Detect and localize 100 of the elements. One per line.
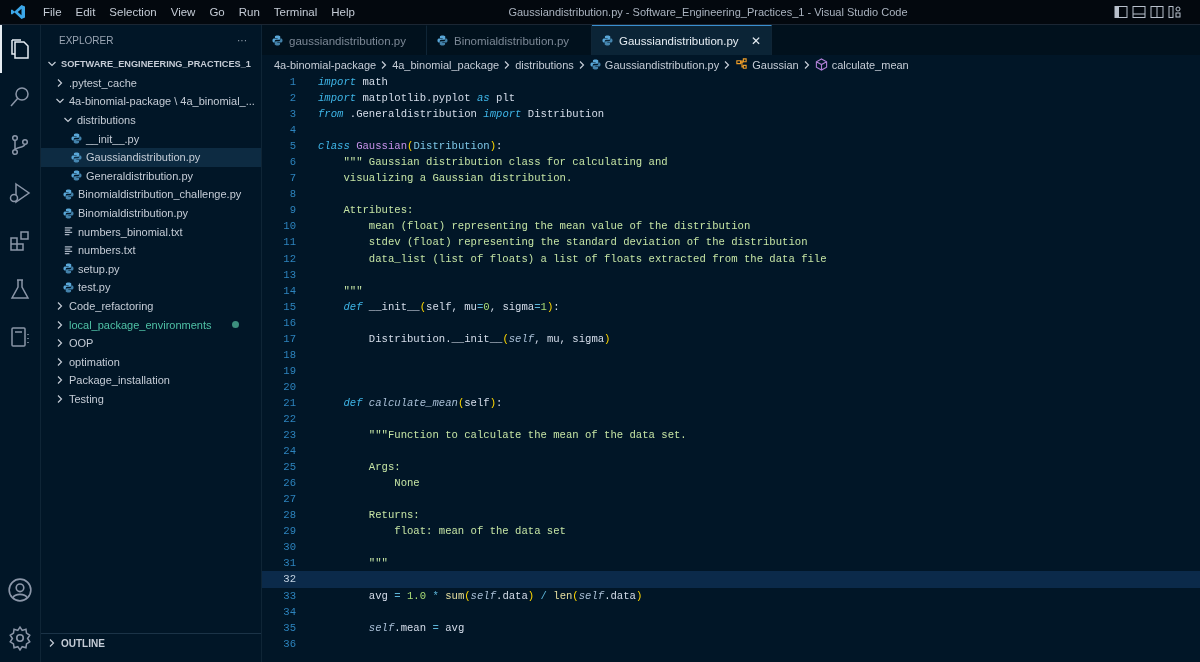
code-text: Args: <box>367 461 401 474</box>
tree-item[interactable]: Code_refactoring <box>41 296 261 316</box>
menu-item[interactable]: Selection <box>102 6 164 18</box>
tree-item[interactable]: optimation <box>41 352 261 372</box>
line-number: 36 <box>282 637 297 650</box>
python-file-icon <box>437 35 448 46</box>
sidebar-title: EXPLORER <box>59 34 114 46</box>
menu-item[interactable]: Run <box>231 6 267 18</box>
tree-item[interactable]: Binomialdistribution_challenge.py <box>41 185 261 204</box>
window-title: Gaussiandistribution.py - Software_Engineering_Practices_1 - Visual Studio Code <box>507 6 909 18</box>
code-text: stdev (float) representing the standard deviation of the distribution <box>367 236 808 249</box>
run-debug-icon[interactable] <box>8 181 32 205</box>
line-number: 31 <box>282 557 297 570</box>
layout-icon[interactable] <box>1168 5 1182 19</box>
menu-item[interactable]: Go <box>202 6 232 18</box>
settings-icon[interactable] <box>7 625 33 651</box>
chevron-right-icon[interactable] <box>55 375 65 386</box>
line-number: 24 <box>282 445 297 458</box>
line-number: 29 <box>282 525 297 538</box>
chevron-right-icon[interactable] <box>55 77 65 88</box>
code-text: import matplotlib.pyplot as plt <box>318 92 516 105</box>
tree-item[interactable]: setup.py <box>41 259 261 279</box>
tree-item[interactable]: numbers_binomial.txt <box>41 222 261 241</box>
line-number: 30 <box>282 541 297 554</box>
python-file-icon <box>71 170 82 182</box>
search-icon[interactable] <box>8 85 32 109</box>
outline-section-header[interactable]: OUTLINE <box>41 633 261 652</box>
tree-item[interactable]: 4a-binomial-package \ 4a_binomial_... <box>41 92 261 111</box>
code-text: """ <box>342 284 363 297</box>
code-text: import math <box>318 76 388 88</box>
line-number: 1 <box>288 76 297 88</box>
tree-item[interactable]: Testing <box>41 389 261 409</box>
code-text: mean (float) representing the mean value of the distribution <box>367 220 751 233</box>
editor-tab[interactable]: gaussiandistribution.py <box>262 25 427 55</box>
tree-item[interactable]: SOFTWARE_ENGINEERING_PRACTICES_1 <box>41 55 261 74</box>
chevron-right-icon <box>802 59 811 70</box>
split-layout-icon[interactable] <box>1150 5 1164 19</box>
line-number: 6 <box>288 156 297 169</box>
breadcrumb-item[interactable]: Gaussiandistribution.py <box>604 58 720 71</box>
line-number: 18 <box>282 348 297 361</box>
menu-item[interactable]: Help <box>324 6 362 18</box>
tree-item[interactable]: Package_installation <box>41 371 261 390</box>
tree-item[interactable]: Gaussiandistribution.py <box>41 147 261 167</box>
sidebar-toggle-icon[interactable] <box>1114 5 1128 19</box>
python-file-icon <box>71 151 82 163</box>
editor-tab[interactable]: Gaussiandistribution.py ✕ <box>592 25 772 55</box>
tree-item[interactable]: test.py <box>41 278 261 297</box>
breadcrumb-item[interactable]: 4a-binomial-package <box>274 58 377 71</box>
code-text: Returns: <box>367 509 420 522</box>
line-number: 14 <box>282 284 297 297</box>
line-number: 16 <box>282 316 297 329</box>
line-number: 7 <box>288 172 297 185</box>
breadcrumb-item[interactable]: Gaussian <box>752 58 799 71</box>
code-text: from .Generaldistribution import Distribution <box>318 108 605 121</box>
menu-item[interactable]: View <box>163 6 203 18</box>
flask-icon[interactable] <box>8 277 32 301</box>
tree-item[interactable]: distributions <box>41 110 261 130</box>
line-number: 17 <box>282 332 297 345</box>
tree-item[interactable]: local_package_environments <box>41 315 261 334</box>
code-text: """ Gaussian distribution class for calculating and <box>342 156 668 169</box>
chevron-right-icon[interactable] <box>55 394 65 404</box>
extensions-icon[interactable] <box>8 229 32 253</box>
tree-item[interactable]: .pytest_cache <box>41 73 261 93</box>
breadcrumb-item[interactable]: distributions <box>515 58 574 71</box>
code-text: def calculate_mean(self): <box>342 396 503 409</box>
close-icon[interactable]: ✕ <box>750 33 761 48</box>
tree-item[interactable]: Generaldistribution.py <box>41 166 261 186</box>
text-file-icon <box>63 226 74 238</box>
chevron-right-icon[interactable] <box>47 638 57 648</box>
chevron-right-icon[interactable] <box>55 338 65 349</box>
breadcrumb-item[interactable]: 4a_binomial_package <box>392 58 500 71</box>
code-text: """ <box>367 557 388 570</box>
breadcrumb-item[interactable]: calculate_mean <box>831 58 909 71</box>
code-text: Attributes: <box>342 204 414 217</box>
more-actions-button[interactable]: ··· <box>237 34 247 46</box>
tree-item[interactable]: OOP <box>41 333 261 353</box>
line-number: 15 <box>282 300 297 313</box>
tree-item[interactable]: __init__.py <box>41 129 261 148</box>
tree-item[interactable]: numbers.txt <box>41 240 261 260</box>
code-text: data_list (list of floats) a list of floats extracted from the data file <box>367 252 827 265</box>
chevron-right-icon[interactable] <box>55 356 65 367</box>
code-text: avg = 1.0 * sum(self.data) / len(self.data) <box>367 589 643 602</box>
account-icon[interactable] <box>7 577 33 603</box>
menu-item[interactable]: Terminal <box>266 6 325 18</box>
panel-toggle-icon[interactable] <box>1132 5 1146 19</box>
chevron-right-icon <box>503 59 512 70</box>
code-text: float: mean of the data set <box>393 525 566 538</box>
app-logo-icon <box>10 4 26 20</box>
line-number: 25 <box>282 461 297 474</box>
line-number: 11 <box>282 236 297 249</box>
menu-item[interactable]: Edit <box>68 6 103 18</box>
chevron-right-icon[interactable] <box>55 319 65 330</box>
menu-item[interactable]: File <box>36 6 69 18</box>
chevron-right-icon <box>380 59 389 70</box>
chevron-right-icon[interactable] <box>55 301 65 311</box>
notebook-icon[interactable] <box>8 325 32 349</box>
line-number: 27 <box>282 493 297 506</box>
line-number: 20 <box>282 380 297 393</box>
tree-item[interactable]: Binomialdistribution.py <box>41 203 261 223</box>
line-number: 21 <box>282 396 297 409</box>
